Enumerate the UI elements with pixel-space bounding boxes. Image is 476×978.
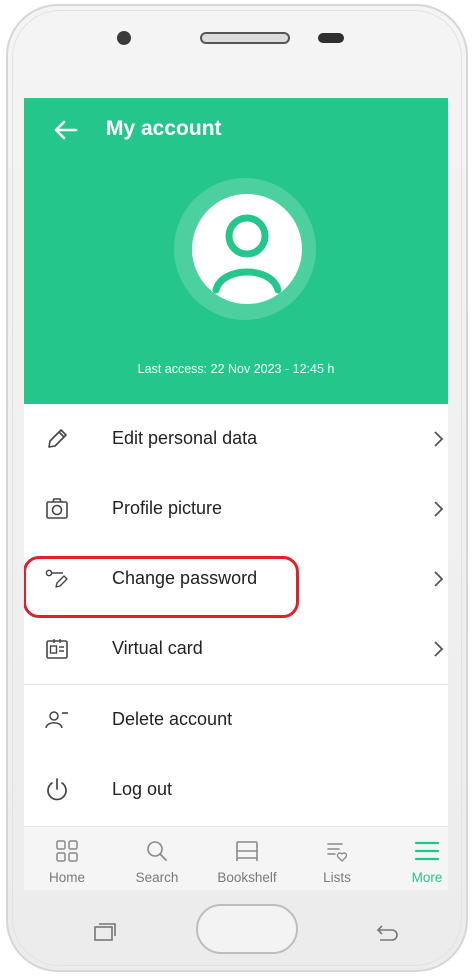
power-icon <box>47 778 67 801</box>
search-icon <box>147 841 167 861</box>
menu-item-label: Delete account <box>112 709 233 729</box>
back-arrow-icon[interactable] <box>52 116 80 144</box>
menu-item-label: Edit personal data <box>112 428 258 448</box>
menu-item-label: Log out <box>112 779 173 799</box>
menu-item-profile-picture[interactable]: Profile picture <box>24 474 448 544</box>
avatar[interactable] <box>192 194 302 304</box>
app-screen: My account Last access: 22 Nov 2023 - 12… <box>24 98 448 890</box>
menu-item-edit-personal-data[interactable]: Edit personal data <box>24 404 448 474</box>
chevron-right-icon <box>434 431 444 447</box>
nav-label: More <box>411 870 443 885</box>
nav-item-more[interactable]: More <box>392 827 448 890</box>
system-back-icon[interactable] <box>372 922 400 942</box>
change-password-highlight <box>24 556 299 618</box>
nav-item-search[interactable]: Search <box>122 827 192 890</box>
chevron-right-icon <box>434 641 444 657</box>
bookshelf-icon <box>236 841 258 861</box>
menu-item-log-out[interactable]: Log out <box>24 755 448 825</box>
menu-item-virtual-card[interactable]: Virtual card <box>24 614 448 684</box>
remove-user-icon <box>45 711 68 729</box>
home-button[interactable] <box>196 904 298 954</box>
menu-item-label: Virtual card <box>112 638 203 658</box>
nav-label: Bookshelf <box>217 870 277 885</box>
nav-label: Lists <box>323 870 351 885</box>
grid-icon <box>56 840 78 862</box>
pencil-icon <box>48 429 67 448</box>
list-heart-icon <box>327 843 348 862</box>
id-card-icon <box>46 639 68 659</box>
nav-label: Search <box>135 870 179 885</box>
page-title: My account <box>106 117 222 140</box>
nav-item-home[interactable]: Home <box>32 827 102 890</box>
recent-apps-icon[interactable] <box>92 922 118 942</box>
user-silhouette-icon <box>212 214 282 294</box>
nav-item-bookshelf[interactable]: Bookshelf <box>212 827 282 890</box>
chevron-right-icon <box>434 571 444 587</box>
front-camera <box>117 31 131 45</box>
last-access-text: Last access: 22 Nov 2023 - 12:45 h <box>137 362 335 376</box>
menu-item-label: Profile picture <box>112 498 223 518</box>
proximity-sensor <box>318 33 344 43</box>
menu-item-delete-account[interactable]: Delete account <box>24 685 448 755</box>
account-header: My account Last access: 22 Nov 2023 - 12… <box>24 98 448 404</box>
account-menu: Edit personal data Profile picture Chang… <box>24 404 448 825</box>
menu-icon <box>414 841 440 861</box>
nav-label: Home <box>48 870 85 885</box>
chevron-right-icon <box>434 501 444 517</box>
camera-icon <box>46 498 68 519</box>
bottom-navigation: Home Search Bookshelf Lists More <box>24 826 448 890</box>
nav-item-lists[interactable]: Lists <box>302 827 372 890</box>
earpiece-speaker <box>200 32 290 44</box>
